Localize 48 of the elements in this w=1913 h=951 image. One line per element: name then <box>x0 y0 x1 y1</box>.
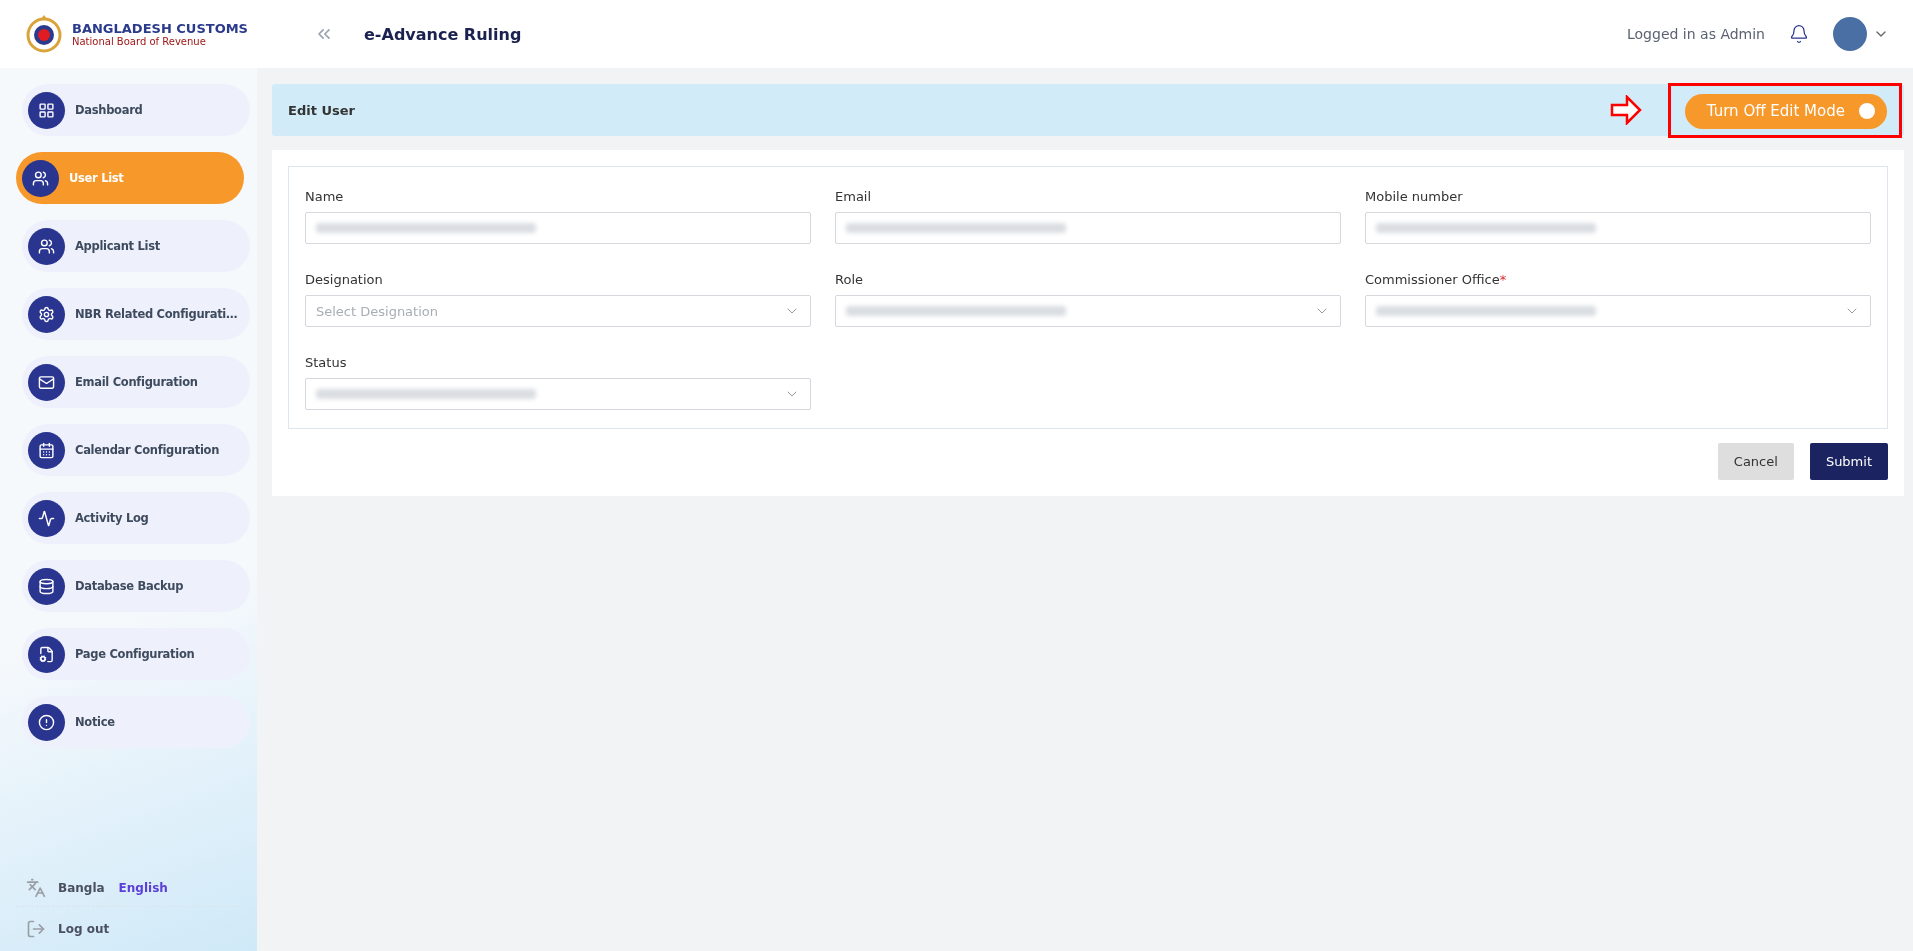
input-field[interactable] <box>835 212 1341 244</box>
user-label: Logged in as Admin <box>1627 26 1765 42</box>
input-field[interactable] <box>1365 212 1871 244</box>
input-field[interactable] <box>305 212 811 244</box>
field-label: Commissioner Office* <box>1365 272 1508 287</box>
select-field[interactable] <box>305 378 811 410</box>
sidebar-item[interactable]: Dashboard <box>22 84 250 136</box>
select-field[interactable] <box>835 295 1341 327</box>
sidebar-item[interactable]: Page Configuration <box>22 628 250 680</box>
page-title: Edit User <box>288 102 355 118</box>
field-label: Designation <box>305 272 384 287</box>
grid-icon <box>28 91 65 129</box>
alert-icon <box>28 703 65 741</box>
field-label: Status <box>305 355 348 370</box>
brand-name: BANGLADESH CUSTOMS <box>72 21 248 36</box>
calendar-icon <box>28 431 65 469</box>
database-icon <box>28 567 65 605</box>
app-title: e-Advance Ruling <box>364 24 522 44</box>
file-gear-icon <box>28 635 65 673</box>
sidebar-item[interactable]: Calendar Configuration <box>22 424 250 476</box>
sidebar-item[interactable]: Notice <box>22 696 250 748</box>
sidebar-item[interactable]: Email Configuration <box>22 356 250 408</box>
translate-icon <box>26 878 46 898</box>
field-label: Mobile number <box>1365 189 1464 204</box>
logout-button[interactable]: Log out <box>16 907 241 939</box>
language-option[interactable]: Bangla <box>56 881 107 895</box>
arrow-icon <box>1609 95 1642 125</box>
sidebar-item[interactable]: NBR Related Configurati… <box>22 288 250 340</box>
users-icon <box>22 159 59 197</box>
sidebar-item[interactable]: Applicant List <box>22 220 250 272</box>
pulse-icon <box>28 499 65 537</box>
select-field[interactable] <box>1365 295 1871 327</box>
brand-subtitle: National Board of Revenue <box>72 36 207 47</box>
users-icon <box>28 227 65 265</box>
gear-icon <box>28 295 65 333</box>
field-label: Role <box>835 272 864 287</box>
logout-icon <box>26 919 46 939</box>
cancel-button[interactable]: Cancel <box>1717 443 1794 480</box>
sidebar-item[interactable]: Database Backup <box>22 560 250 612</box>
mail-icon <box>28 363 65 401</box>
field-label: Email <box>835 189 873 204</box>
customs-logo-icon <box>24 14 64 54</box>
bell-icon[interactable] <box>1789 24 1809 44</box>
language-option[interactable]: English <box>116 881 170 895</box>
avatar[interactable] <box>1833 17 1867 51</box>
submit-button[interactable]: Submit <box>1809 443 1888 480</box>
sidebar-item[interactable]: Activity Log <box>22 492 250 544</box>
field-label: Name <box>305 189 345 204</box>
